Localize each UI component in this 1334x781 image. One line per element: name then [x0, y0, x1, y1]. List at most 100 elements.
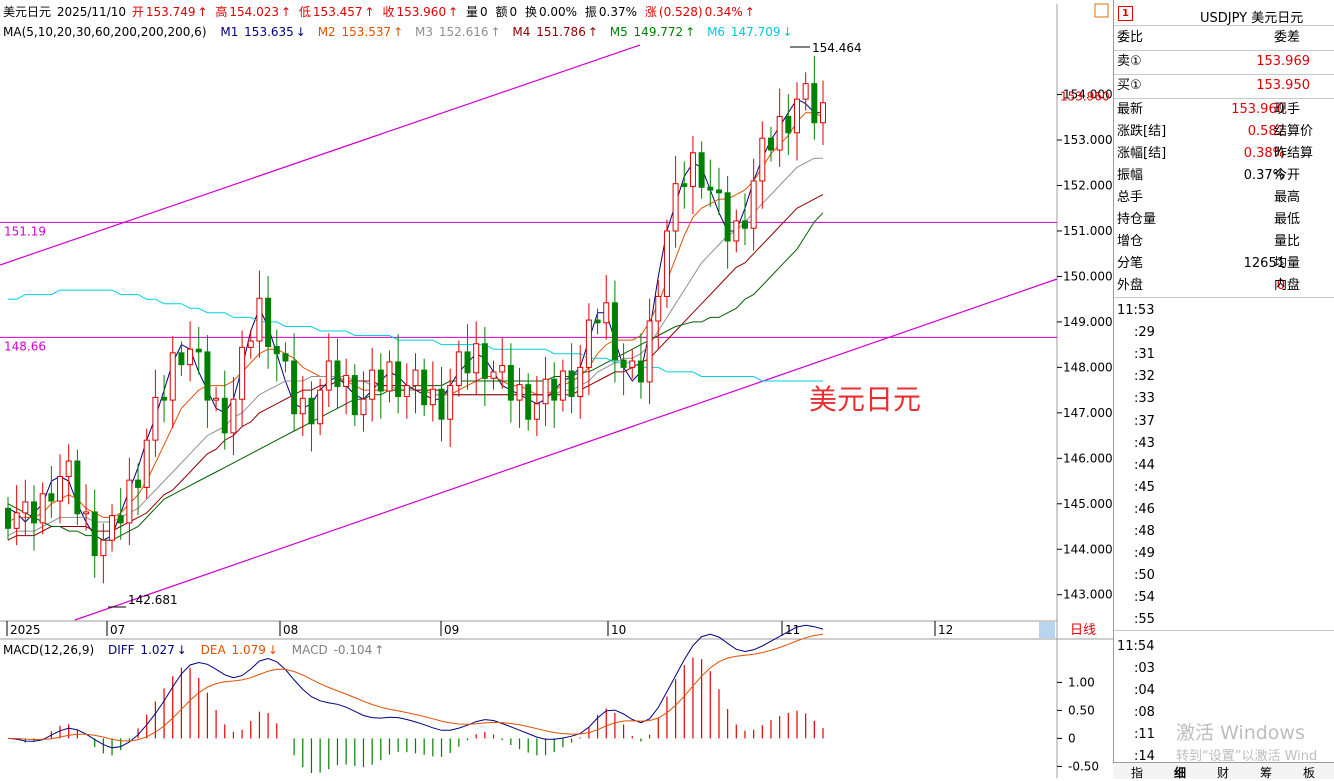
stat-row: 分笔 12651 均量 — [1114, 253, 1334, 275]
diff-line — [7, 624, 824, 749]
candle-body — [83, 511, 90, 515]
candle-body — [91, 511, 98, 557]
candle-body — [178, 352, 185, 366]
panel-tab[interactable]: 指 — [1131, 764, 1143, 781]
candle-body — [750, 180, 757, 229]
candle-body — [65, 460, 72, 477]
candle-body — [161, 396, 168, 401]
weibi-row: 委比 委差 — [1114, 27, 1334, 49]
candle-body — [507, 365, 514, 401]
candles: 154.464 142.681 — [5, 41, 862, 608]
candle-body — [568, 370, 575, 397]
upper-channel-line — [0, 44, 641, 266]
tick-time: :11 — [1134, 726, 1155, 742]
tick-time: :43 — [1134, 435, 1155, 451]
time-label: 07 — [110, 623, 125, 637]
candle-body — [325, 360, 332, 391]
candle-body — [57, 476, 64, 502]
divider — [1114, 25, 1334, 26]
candle-body — [447, 385, 454, 420]
candle-body — [273, 345, 280, 355]
buy-price: 153.950 — [1256, 78, 1310, 93]
panel-number-badge[interactable]: 1 — [1118, 6, 1133, 21]
candle-body — [204, 351, 211, 401]
candle-body — [213, 397, 220, 401]
tick-time: :45 — [1134, 479, 1155, 495]
candle-body — [109, 515, 116, 541]
price-tick-label: 153.000 — [1063, 133, 1113, 147]
candle-body — [22, 501, 29, 514]
stat-row: 外盘 0 内盘 — [1114, 275, 1334, 297]
tick-time: :50 — [1134, 568, 1155, 584]
dea-line — [7, 633, 824, 742]
candle-body — [698, 152, 705, 188]
stat-right-label: 结算价 — [1274, 124, 1314, 139]
candle-body — [681, 183, 688, 187]
candle-body — [429, 388, 436, 406]
price-axis: 154.000153.000152.000151.000150.000149.0… — [1057, 88, 1113, 602]
stat-row: 持仓量 最低 — [1114, 209, 1334, 231]
tick-time: :46 — [1134, 501, 1155, 517]
stat-right-label: 内盘 — [1274, 278, 1301, 293]
candle-body — [351, 375, 358, 416]
stat-right-label: 昨结算 — [1274, 146, 1314, 161]
price-tick-label: 151.000 — [1063, 224, 1113, 238]
panel-tab[interactable]: 财 — [1217, 764, 1229, 781]
candle-body — [559, 370, 566, 401]
panel-tab[interactable]: 筹 — [1260, 764, 1272, 781]
price-tick-label: 149.000 — [1063, 315, 1113, 329]
divider — [1114, 297, 1334, 298]
lower-channel-line — [74, 278, 1058, 621]
current-price-tag: 153.960 — [1060, 89, 1110, 103]
candle-body — [620, 359, 627, 368]
stat-row: 总手 最高 — [1114, 187, 1334, 209]
time-label: 11 — [785, 623, 800, 637]
tick-time: :29 — [1134, 325, 1155, 341]
candle-body — [403, 385, 410, 397]
candle-body — [525, 384, 532, 420]
candle-body — [13, 512, 20, 529]
period-label: 日线 — [1070, 623, 1096, 638]
candle-body — [360, 398, 367, 416]
candle-body — [785, 115, 792, 134]
candle-body — [689, 152, 696, 187]
candle-body — [100, 539, 107, 557]
tick-time: :31 — [1134, 347, 1155, 363]
candle-body — [343, 375, 350, 387]
tick-time: :48 — [1134, 524, 1155, 539]
scroll-box — [1039, 622, 1055, 638]
restore-button — [1094, 3, 1109, 18]
stat-label: 增仓 — [1117, 234, 1144, 249]
buy-label: 买① — [1117, 78, 1142, 93]
candle-body — [707, 186, 714, 191]
stat-label: 最新 — [1117, 102, 1144, 117]
candle-body — [421, 369, 428, 406]
panel-tab[interactable]: 板 — [1303, 764, 1315, 781]
panel-tab[interactable]: 细 — [1174, 764, 1186, 781]
candle-body — [438, 388, 445, 420]
time-label: 12 — [938, 623, 953, 637]
candle-body — [5, 507, 11, 529]
kline-chart[interactable]: 151.19148.66 154.464142.681 154.000153.0… — [0, 0, 1113, 778]
stat-right-label: 量比 — [1274, 234, 1301, 249]
price-tick-label: 143.000 — [1063, 588, 1113, 602]
candle-body — [377, 369, 384, 392]
candle-body — [499, 365, 506, 373]
weicha-label: 委差 — [1274, 30, 1301, 45]
sell-price: 153.969 — [1256, 54, 1310, 69]
tick-time: :54 — [1134, 590, 1155, 606]
candle-body — [672, 183, 679, 232]
candle-body — [603, 302, 610, 324]
candle-body — [221, 397, 228, 434]
price-tick-label: 145.000 — [1063, 497, 1113, 511]
stat-right-label: 最低 — [1274, 212, 1301, 227]
candle-body — [117, 515, 124, 524]
candle-body — [793, 98, 800, 134]
stat-label: 分笔 — [1117, 256, 1144, 271]
candle-body — [230, 398, 237, 434]
candle-body — [759, 137, 766, 182]
candle-body — [655, 295, 662, 322]
candle-body — [516, 384, 523, 401]
tick-time: 11:54 — [1117, 638, 1155, 654]
candle-body — [455, 351, 462, 387]
